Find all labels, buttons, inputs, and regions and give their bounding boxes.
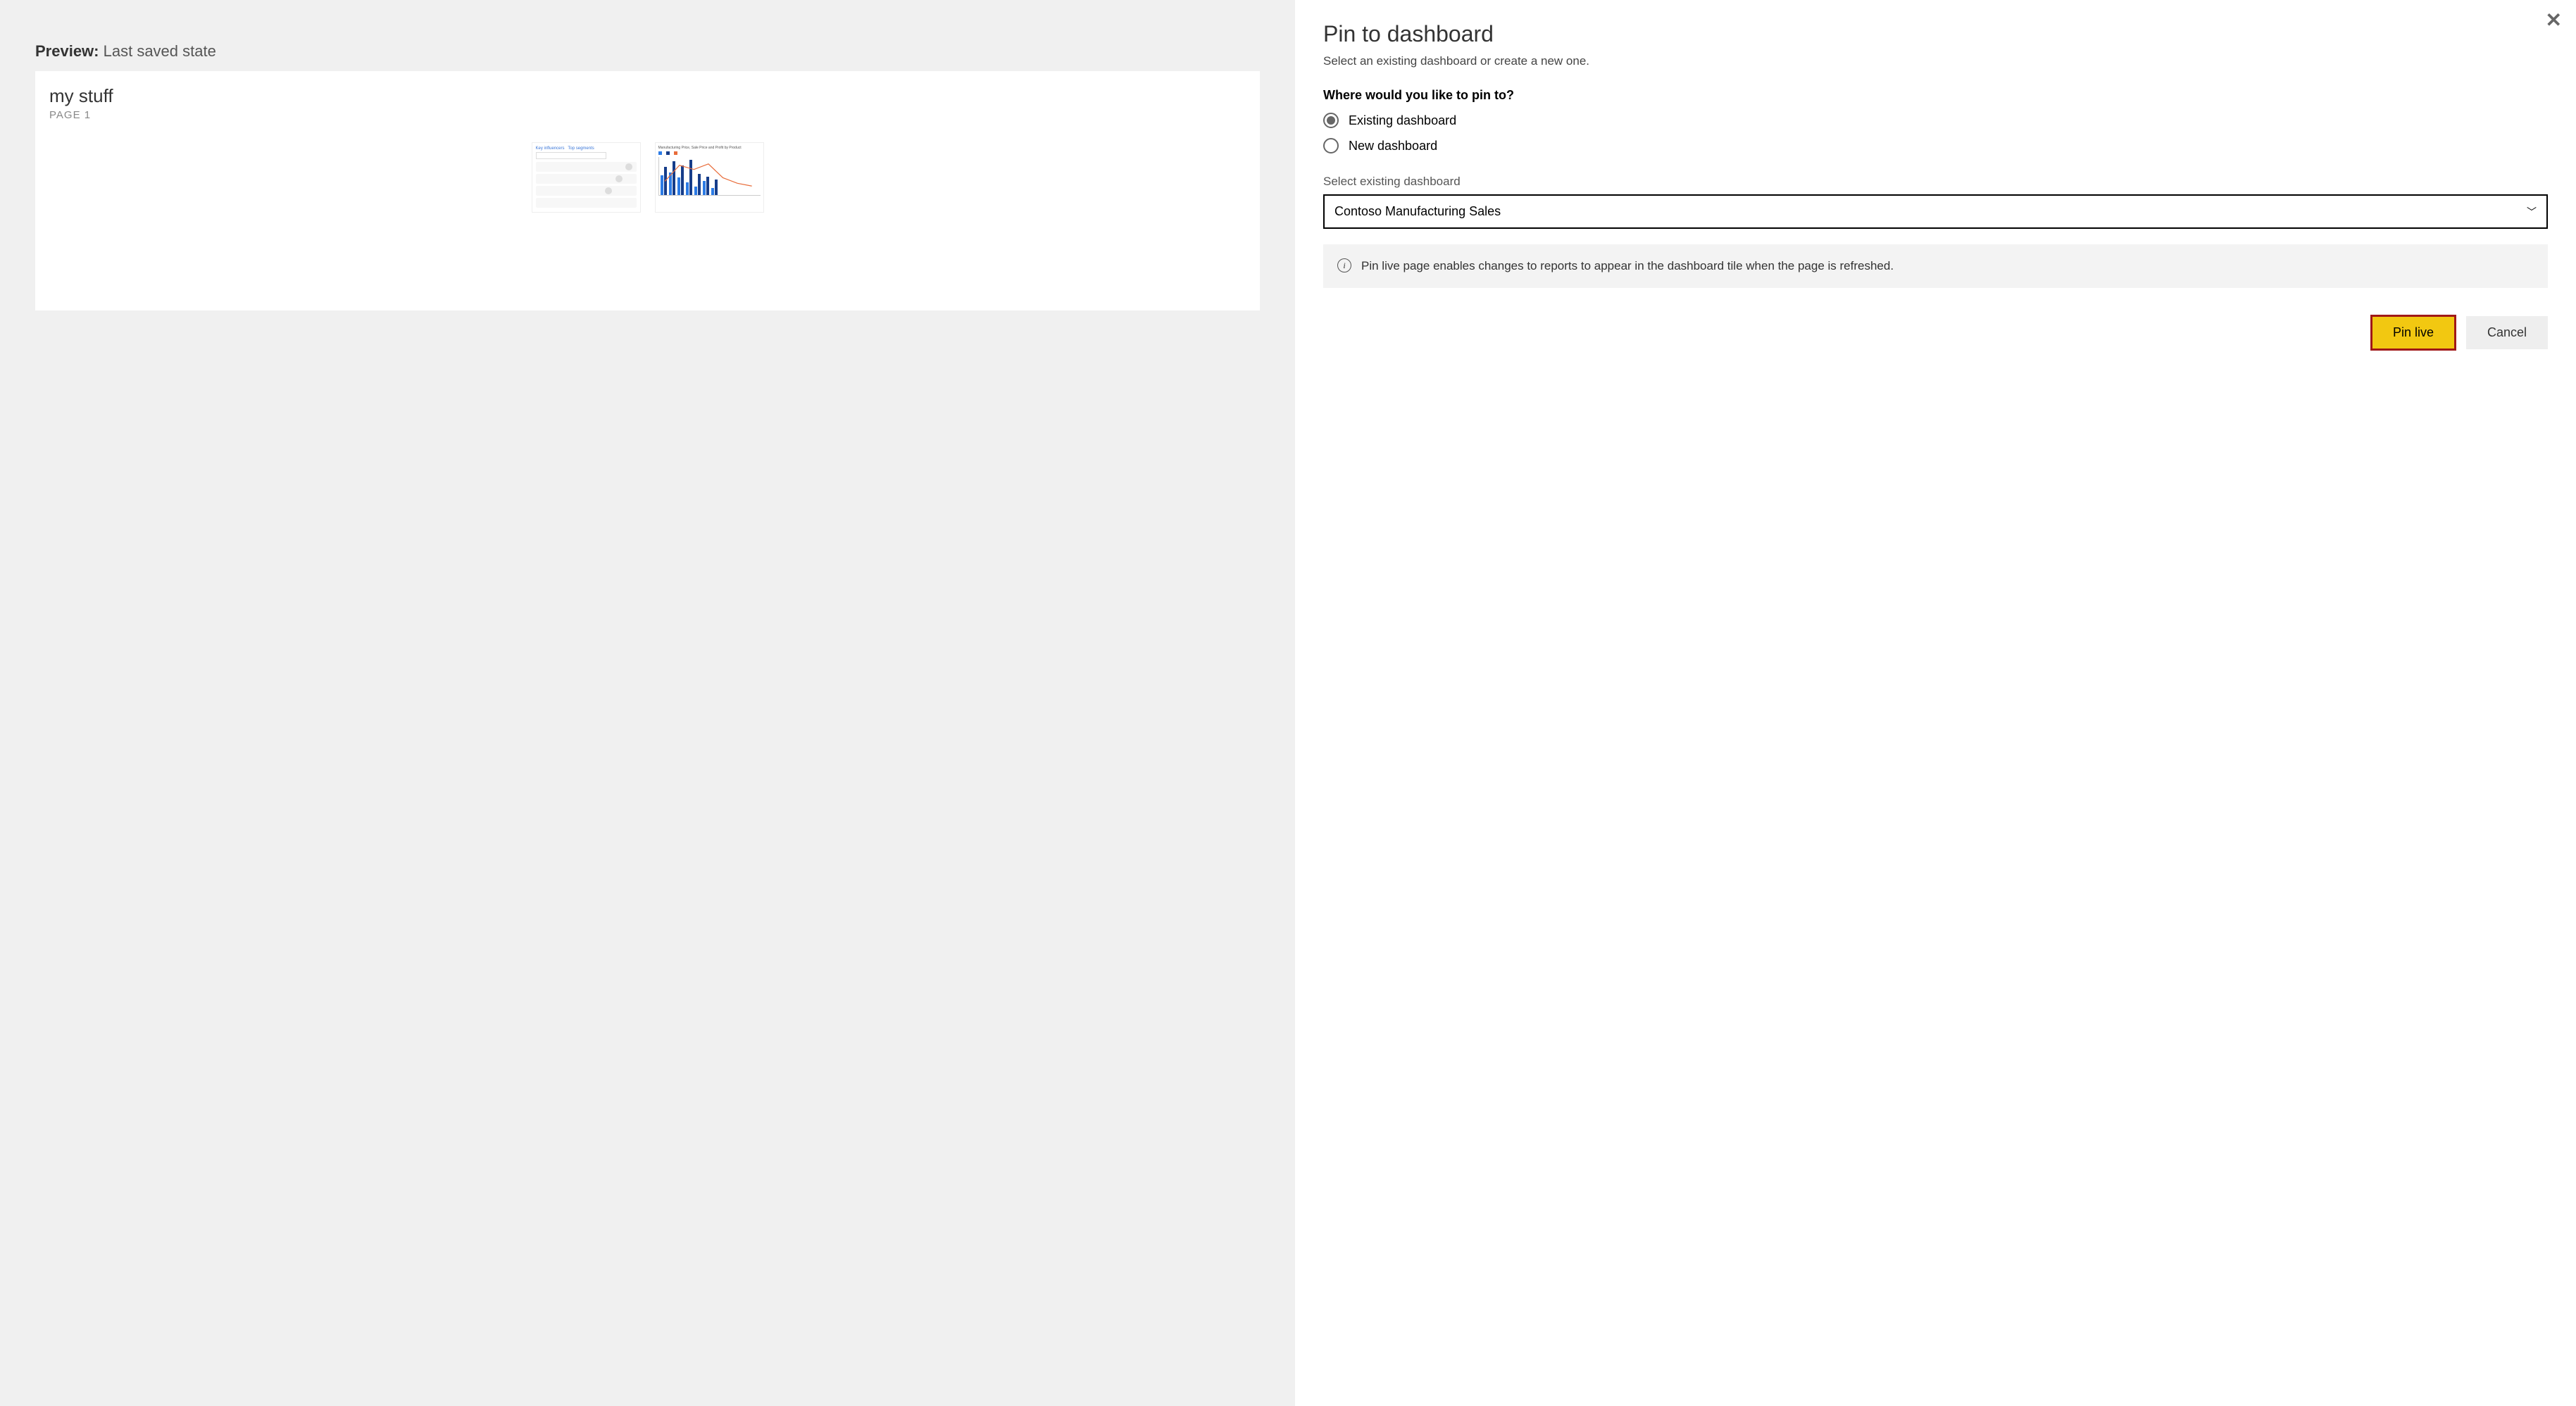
thumbnail-influencers: Key influencers Top segments (532, 142, 641, 213)
select-dashboard-label: Select existing dashboard (1323, 175, 2548, 189)
preview-label: Preview: Last saved state (35, 42, 1260, 61)
preview-card: my stuff PAGE 1 Key influencers Top segm… (35, 71, 1260, 310)
info-box: i Pin live page enables changes to repor… (1323, 244, 2548, 288)
preview-panel: Preview: Last saved state my stuff PAGE … (0, 0, 1295, 1406)
dialog-title: Pin to dashboard (1323, 21, 2548, 47)
radio-icon-selected (1323, 113, 1339, 128)
dashboard-select[interactable]: Contoso Manufacturing Sales ﹀ (1323, 194, 2548, 229)
radio-icon-unselected (1323, 138, 1339, 153)
pin-question: Where would you like to pin to? (1323, 88, 2548, 103)
pin-live-button[interactable]: Pin live (2372, 316, 2455, 349)
close-icon[interactable]: ✕ (2546, 11, 2562, 30)
mini-bar-chart (658, 157, 761, 196)
dashboard-select-value: Contoso Manufacturing Sales (1334, 204, 1501, 219)
dialog-panel: ✕ Pin to dashboard Select an existing da… (1295, 0, 2576, 1406)
cancel-button[interactable]: Cancel (2466, 316, 2548, 349)
preview-state: Last saved state (104, 42, 216, 60)
radio-existing-label: Existing dashboard (1349, 113, 1456, 128)
chevron-down-icon: ﹀ (2527, 205, 2537, 219)
radio-group: Existing dashboard New dashboard (1323, 113, 2548, 153)
info-icon: i (1337, 258, 1351, 272)
thumbnail-chart: Manufacturing Price, Sale Price and Prof… (655, 142, 764, 213)
preview-card-subtitle: PAGE 1 (49, 109, 1246, 121)
dialog-subtitle: Select an existing dashboard or create a… (1323, 54, 2548, 68)
thumbnail-row: Key influencers Top segments Manufacturi… (49, 142, 1246, 213)
radio-new-label: New dashboard (1349, 139, 1437, 153)
info-text: Pin live page enables changes to reports… (1361, 257, 1894, 275)
preview-prefix: Preview: (35, 42, 99, 60)
radio-existing-dashboard[interactable]: Existing dashboard (1323, 113, 2548, 128)
button-row: Pin live Cancel (1323, 316, 2548, 349)
radio-new-dashboard[interactable]: New dashboard (1323, 138, 2548, 153)
preview-card-title: my stuff (49, 85, 1246, 107)
